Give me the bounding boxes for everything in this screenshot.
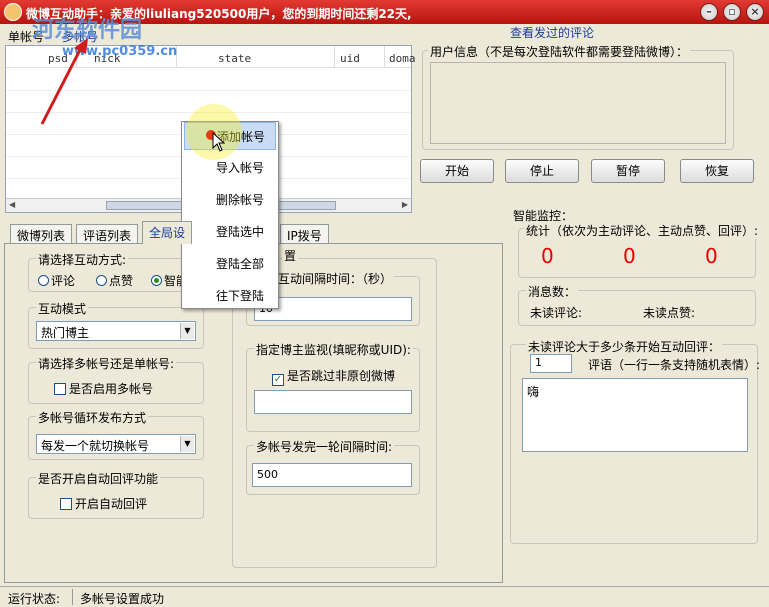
cycle-select[interactable]: 每发一个就切换帐号 ▼	[36, 434, 196, 454]
status-message: 多帐号设置成功	[80, 592, 165, 606]
chevron-down-icon[interactable]: ▼	[180, 323, 194, 339]
annotation-arrow-icon	[40, 38, 88, 125]
col-state[interactable]: state	[218, 52, 251, 65]
reply-label: 评语（一行一条支持随机表情）:	[588, 358, 761, 372]
round-title: 多帐号发完一轮间隔时间:	[254, 438, 395, 455]
app-icon	[4, 3, 22, 21]
chevron-down-icon[interactable]: ▼	[180, 436, 194, 452]
blogger-title: 指定博主监视(填昵称或UID):	[254, 341, 413, 358]
user-info-box	[430, 62, 726, 144]
checkbox-icon[interactable]	[54, 383, 66, 395]
interval-title: 互动间隔时间：（秒）	[276, 270, 395, 287]
start-button[interactable]: 开始	[420, 159, 494, 183]
resume-button[interactable]: 恢复	[680, 159, 754, 183]
skip-checkbox-label: 是否跳过非原创微博	[287, 369, 396, 383]
cycle-select-value: 每发一个就切换帐号	[41, 439, 150, 453]
menu-import-account[interactable]: 导入帐号	[184, 154, 276, 182]
minimize-button[interactable]: –	[700, 3, 718, 21]
unread-likes-label: 未读点赞:	[643, 306, 696, 320]
count-likes: 0	[623, 244, 636, 268]
blogger-input[interactable]	[254, 390, 412, 414]
menu-login-down[interactable]: 往下登陆	[184, 282, 276, 310]
reply-textarea[interactable]: 嗨	[522, 378, 748, 452]
stop-button[interactable]: 停止	[505, 159, 579, 183]
radio-like-icon[interactable]	[96, 275, 107, 286]
tab-comment-list[interactable]: 评语列表	[76, 224, 139, 244]
status-bar: 运行状态: 多帐号设置成功	[0, 586, 769, 606]
threshold-input[interactable]: 1	[530, 354, 572, 373]
multi-title: 请选择多帐号还是单帐号:	[36, 355, 177, 372]
status-label: 运行状态:	[8, 592, 61, 606]
count-comments: 0	[541, 244, 554, 268]
mode-select-value: 热门博主	[41, 326, 90, 340]
col-domain[interactable]: doma	[389, 52, 416, 65]
tab-global-settings[interactable]: 全局设	[142, 221, 193, 244]
auto-reply-checkbox[interactable]: 开启自动回评	[60, 495, 147, 512]
mouse-pointer-icon	[212, 132, 226, 152]
col-uid[interactable]: uid	[340, 52, 360, 65]
radio-comment-label: 评论	[51, 274, 76, 288]
tab-ip-dial[interactable]: IP拨号	[280, 224, 329, 244]
radio-comment[interactable]: 评论	[38, 272, 75, 289]
view-sent-comments-link[interactable]: 查看发过的评论	[510, 24, 594, 41]
radio-like-label: 点赞	[109, 274, 134, 288]
auto-reply-title: 是否开启自动回评功能	[36, 470, 161, 487]
cycle-title: 多帐号循环发布方式	[36, 409, 149, 426]
threshold-title: 未读评论大于多少条开始互动回评：	[526, 338, 723, 355]
unread-comments-label: 未读评论:	[530, 306, 583, 320]
messages-title: 消息数：	[526, 283, 579, 300]
auto-reply-checkbox-label: 开启自动回评	[75, 497, 148, 511]
pause-button[interactable]: 暂停	[591, 159, 665, 183]
skip-checkbox[interactable]: ✓ 是否跳过非原创微博	[272, 367, 395, 386]
scroll-left-icon[interactable]: ◀	[9, 200, 15, 209]
round-input[interactable]: 500	[252, 463, 412, 487]
interact-mode-title: 请选择互动方式:	[36, 251, 129, 268]
scroll-right-icon[interactable]: ▶	[402, 200, 408, 209]
close-button[interactable]: ×	[746, 3, 764, 21]
restore-button[interactable]: ▫	[723, 3, 741, 21]
multi-checkbox-label: 是否启用多帐号	[69, 382, 154, 396]
user-info-title: 用户信息（不是每次登陆软件都需要登陆微博）：	[428, 43, 691, 60]
count-replies: 0	[705, 244, 718, 268]
menu-login-all[interactable]: 登陆全部	[184, 250, 276, 278]
menu-delete-account[interactable]: 删除帐号	[184, 186, 276, 214]
multi-checkbox[interactable]: 是否启用多帐号	[54, 380, 153, 397]
radio-smart-icon[interactable]	[151, 275, 162, 286]
tab-weibo-list[interactable]: 微博列表	[10, 224, 73, 244]
stats-label: 统计（依次为主动评论、主动点赞、回评）:	[524, 222, 761, 239]
radio-comment-icon[interactable]	[38, 275, 49, 286]
check-icon[interactable]: ✓	[272, 374, 284, 386]
checkbox-icon[interactable]	[60, 498, 72, 510]
mode-title: 互动模式	[36, 300, 89, 317]
radio-like[interactable]: 点赞	[96, 272, 133, 289]
mode-select[interactable]: 热门博主 ▼	[36, 321, 196, 341]
menu-login-selected[interactable]: 登陆选中	[184, 218, 276, 246]
interval-group-title: 置	[282, 247, 299, 264]
